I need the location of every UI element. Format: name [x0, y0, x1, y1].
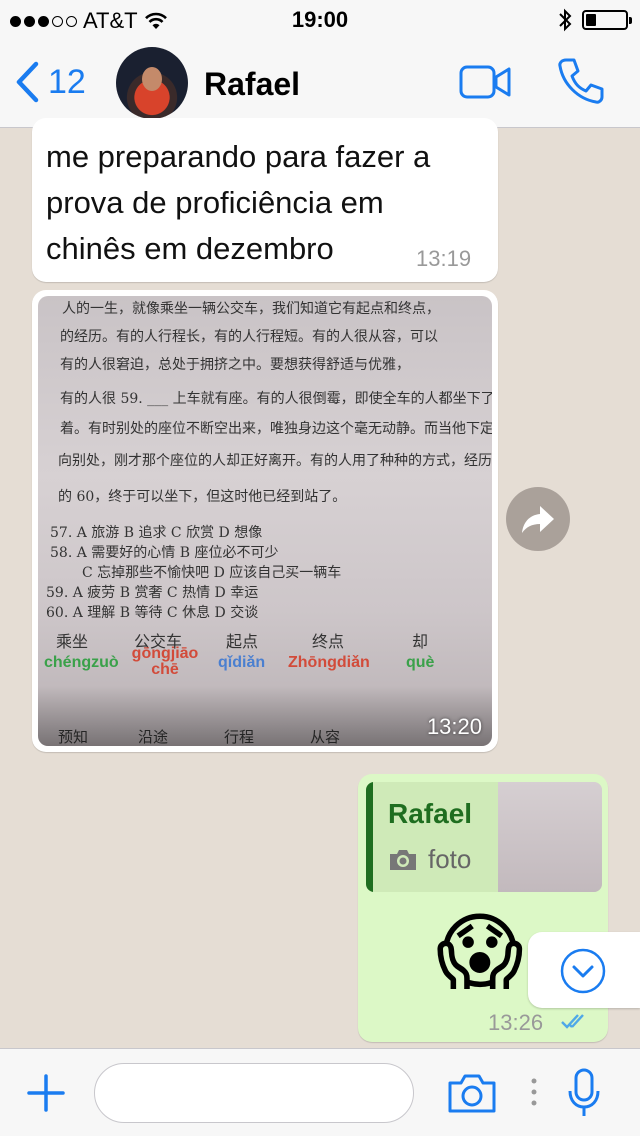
message-input-bar	[0, 1048, 640, 1136]
photo-text: 的 60，终于可以坐下，但这时他已经到站了。	[58, 489, 347, 505]
message-text-line: chinês em dezembro	[46, 231, 334, 266]
message-input[interactable]	[94, 1063, 414, 1123]
avatar[interactable]	[116, 47, 188, 119]
battery-icon	[582, 10, 632, 30]
camera-button[interactable]	[446, 1071, 498, 1120]
contact-name[interactable]: Rafael	[204, 66, 300, 103]
quoted-type-label: foto	[428, 844, 472, 874]
photo-text: 有的人很 59. ___ 上车就有座。有的人很倒霉，即使全车的人都坐下了，	[60, 391, 492, 407]
message-text-line: prova de proficiência em	[46, 185, 384, 220]
camera-icon	[390, 849, 416, 870]
scroll-to-bottom-button[interactable]	[528, 932, 640, 1008]
pinyin-label: Zhōngdiǎn	[288, 654, 370, 671]
more-dots-icon	[530, 1077, 538, 1112]
video-call-icon	[459, 65, 511, 99]
status-bar: AT&T 19:00	[0, 0, 640, 40]
pinyin-label: què	[406, 654, 435, 671]
video-call-button[interactable]	[458, 62, 512, 107]
voice-message-button[interactable]	[566, 1067, 602, 1124]
microphone-icon	[568, 1068, 600, 1116]
photo-text: 60. A 理解 B 等待 C 休息 D 交谈	[46, 605, 259, 621]
quote-bar	[366, 782, 373, 892]
quoted-type: foto	[388, 844, 471, 875]
quoted-sender: Rafael	[388, 798, 473, 829]
chat-header: 12 Rafael	[0, 40, 640, 128]
status-right	[558, 8, 632, 32]
message-text-line: me preparando para fazer a	[46, 139, 431, 174]
message-bubble-incoming[interactable]: me preparando para fazer a prova de prof…	[32, 118, 498, 282]
read-receipt-icon	[561, 1014, 584, 1029]
plus-icon	[27, 1074, 65, 1112]
chevron-down-icon	[560, 948, 606, 994]
back-button[interactable]: 12	[14, 60, 86, 104]
message-time: 13:26	[488, 1010, 544, 1035]
photo-text: 着。有时别处的座位不断空出来，唯独身边这个毫无动静。而当他下定	[60, 421, 492, 437]
quoted-photo-thumbnail	[498, 782, 602, 892]
unread-count: 12	[48, 62, 86, 101]
quoted-message[interactable]: Rafael foto	[366, 782, 602, 892]
photo-text: 59. A 疲劳 B 赏奢 C 热情 D 幸运	[46, 585, 259, 601]
message-time: 13:19	[416, 246, 472, 271]
pinyin-label: gōngjiāo chē	[131, 645, 199, 678]
forward-icon	[522, 506, 554, 533]
phone-icon	[558, 58, 604, 104]
camera-icon	[448, 1074, 496, 1113]
pinyin-label: chéngzuò	[44, 654, 119, 671]
vocab-word: 终点	[312, 632, 345, 651]
photo-text: 向别处，刚才那个座位的人却正好离开。有的人用了种种的方式，经历	[58, 453, 492, 469]
photo-text: 的经历。有的人行程长，有的人行程短。有的人很从容，可以	[60, 329, 438, 345]
photo-text: 57. A 旅游 B 追求 C 欣赏 D 想像	[50, 525, 263, 541]
photo-text: 有的人很窘迫，总处于拥挤之中。要想获得舒适与优雅，	[60, 357, 410, 373]
emoji-message: 😱	[436, 903, 524, 1001]
photo-text: C 忘掉那些不愉快吧 D 应该自己买一辆车	[82, 565, 342, 581]
photo-text: 58. A 需要好的心情 B 座位必不可少	[50, 545, 279, 561]
vocab-word: 却	[412, 632, 429, 651]
bluetooth-icon	[559, 8, 572, 32]
chevron-left-icon	[16, 61, 39, 103]
voice-call-button[interactable]	[556, 56, 606, 111]
pinyin-label: qǐdiǎn	[218, 654, 266, 671]
photo-text: 人的一生，就像乘坐一辆公交车，我们知道它有起点和终点，	[62, 301, 440, 317]
forward-button[interactable]	[506, 487, 570, 551]
vocab-word: 起点	[226, 632, 259, 651]
photo-shade	[38, 686, 492, 746]
vocab-word: 乘坐	[56, 632, 89, 651]
message-time: 13:20	[426, 714, 482, 739]
status-time: 19:00	[291, 7, 349, 32]
photo-message[interactable]: 人的一生，就像乘坐一辆公交车，我们知道它有起点和终点， 的经历。有的人行程长，有…	[38, 296, 492, 746]
attach-button[interactable]	[26, 1073, 66, 1118]
